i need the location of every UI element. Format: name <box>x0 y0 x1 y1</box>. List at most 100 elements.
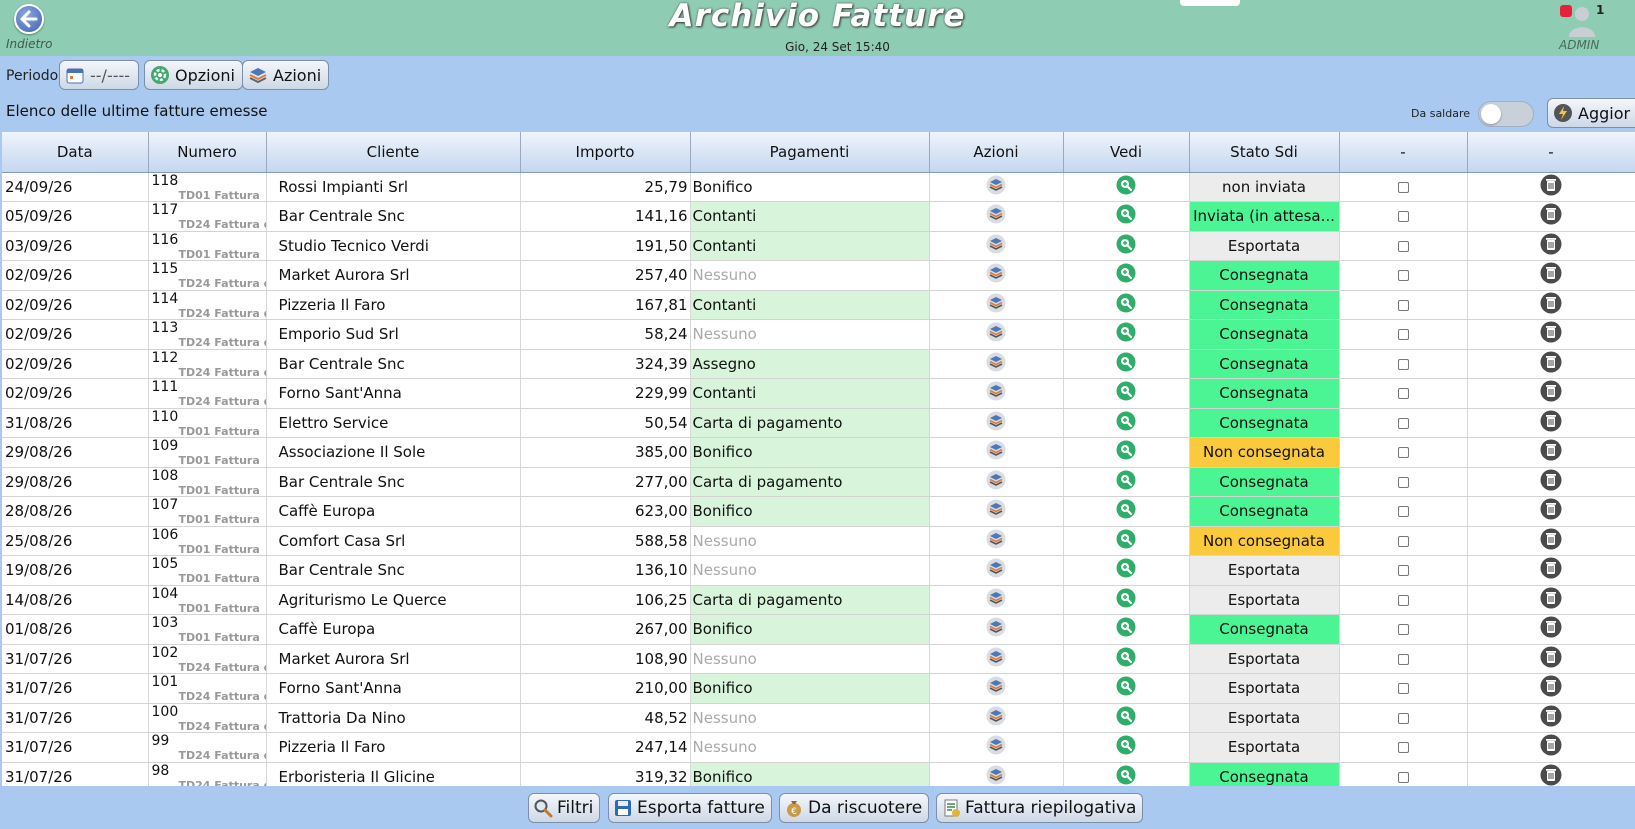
zoom-in-icon[interactable] <box>1116 588 1136 612</box>
column-header[interactable]: Data <box>2 132 149 173</box>
row-checkbox[interactable] <box>1397 624 1409 636</box>
layers-icon[interactable] <box>986 322 1006 346</box>
table-row[interactable]: 31/07/26101TD24 Fattura differForno Sant… <box>2 673 1635 704</box>
table-row[interactable]: 02/09/26113TD24 Fattura differEmporio Su… <box>2 319 1635 350</box>
table-row[interactable]: 28/08/26 107 TD01 Fattura Caffè Europa 623,0… <box>2 496 1635 527</box>
da-saldare-toggle[interactable] <box>1478 101 1534 127</box>
layers-icon[interactable] <box>986 411 1006 435</box>
table-row[interactable]: 31/07/26102TD24 Fattura differMarket Aur… <box>2 644 1635 674</box>
row-checkbox[interactable] <box>1397 712 1409 724</box>
zoom-in-icon[interactable] <box>1116 735 1136 759</box>
top-pull-tab[interactable] <box>1180 0 1240 6</box>
user-icon[interactable] <box>1567 4 1597 38</box>
zoom-in-icon[interactable] <box>1116 204 1136 228</box>
column-header[interactable]: Pagamenti <box>690 132 930 173</box>
zoom-in-icon[interactable] <box>1116 499 1136 523</box>
row-checkbox[interactable] <box>1397 358 1409 370</box>
fattura-riepilogativa-button[interactable]: Fattura riepilogativa <box>936 793 1144 823</box>
table-row[interactable]: 19/08/26 105 TD01 Fattura Bar Centrale Snc 1… <box>2 555 1635 586</box>
invoice-table[interactable]: Data Numero Cliente Importo Pagamenti Az… <box>2 132 1635 786</box>
column-header[interactable]: - <box>1339 132 1468 173</box>
layers-icon[interactable] <box>986 440 1006 464</box>
layers-icon[interactable] <box>986 558 1006 582</box>
trash-icon[interactable] <box>1540 734 1562 760</box>
layers-icon[interactable] <box>986 647 1006 671</box>
table-row[interactable]: 02/09/26114TD24 Fattura differPizzeria I… <box>2 290 1635 320</box>
trash-icon[interactable] <box>1540 587 1562 613</box>
row-checkbox[interactable] <box>1397 594 1409 606</box>
trash-icon[interactable] <box>1540 557 1562 583</box>
row-checkbox[interactable] <box>1397 417 1409 429</box>
row-checkbox[interactable] <box>1397 771 1409 783</box>
zoom-in-icon[interactable] <box>1116 617 1136 641</box>
column-header[interactable]: Azioni <box>929 132 1064 173</box>
table-row[interactable]: 29/08/26 109 TD01 Fattura Associazione Il S… <box>2 437 1635 468</box>
trash-icon[interactable] <box>1540 292 1562 318</box>
layers-icon[interactable] <box>986 234 1006 258</box>
row-checkbox[interactable] <box>1397 535 1409 547</box>
zoom-in-icon[interactable] <box>1116 765 1136 786</box>
zoom-in-icon[interactable] <box>1116 558 1136 582</box>
zoom-in-icon[interactable] <box>1116 381 1136 405</box>
column-header[interactable]: Vedi <box>1063 132 1190 173</box>
row-checkbox[interactable] <box>1397 329 1409 341</box>
zoom-in-icon[interactable] <box>1116 676 1136 700</box>
layers-icon[interactable] <box>986 765 1006 786</box>
layers-icon[interactable] <box>986 263 1006 287</box>
table-row[interactable]: 31/08/26 110 TD01 Fattura Elettro Service 50… <box>2 408 1635 438</box>
layers-icon[interactable] <box>986 676 1006 700</box>
column-header[interactable]: Numero <box>148 132 267 173</box>
zoom-in-icon[interactable] <box>1116 529 1136 553</box>
column-header[interactable]: Cliente <box>266 132 521 173</box>
row-checkbox[interactable] <box>1397 299 1409 311</box>
trash-icon[interactable] <box>1540 439 1562 465</box>
column-header[interactable]: - <box>1467 132 1635 173</box>
trash-icon[interactable] <box>1540 233 1562 259</box>
layers-icon[interactable] <box>986 499 1006 523</box>
row-checkbox[interactable] <box>1397 742 1409 754</box>
zoom-in-icon[interactable] <box>1116 706 1136 730</box>
zoom-in-icon[interactable] <box>1116 470 1136 494</box>
table-row[interactable]: 31/07/26100TD24 Fattura differTrattoria … <box>2 703 1635 733</box>
table-row[interactable]: 31/07/2698 TD24 Fattura differErboristeri… <box>2 762 1635 786</box>
layers-icon[interactable] <box>986 293 1006 317</box>
trash-icon[interactable] <box>1540 174 1562 200</box>
table-row[interactable]: 02/09/26115TD24 Fattura differMarket Aur… <box>2 260 1635 291</box>
table-row[interactable]: 02/09/26111TD24 Fattura differForno Sant… <box>2 378 1635 409</box>
layers-icon[interactable] <box>986 204 1006 228</box>
row-checkbox[interactable] <box>1397 683 1409 695</box>
trash-icon[interactable] <box>1540 528 1562 554</box>
column-header[interactable]: Importo <box>520 132 691 173</box>
zoom-in-icon[interactable] <box>1116 411 1136 435</box>
row-checkbox[interactable] <box>1397 565 1409 577</box>
trash-icon[interactable] <box>1540 469 1562 495</box>
opzioni-button[interactable]: Opzioni <box>144 60 243 90</box>
table-row[interactable]: 24/09/26 118 TD01 Fattura Rossi Impianti Sr… <box>2 172 1635 202</box>
da-riscuotere-button[interactable]: € Da riscuotere <box>779 793 930 823</box>
trash-icon[interactable] <box>1540 764 1562 786</box>
table-row[interactable]: 03/09/26 116 TD01 Fattura Studio Tecnico Ve… <box>2 231 1635 261</box>
table-row[interactable]: 01/08/26 103 TD01 Fattura Caffè Europa 267,0… <box>2 614 1635 645</box>
layers-icon[interactable] <box>986 470 1006 494</box>
zoom-in-icon[interactable] <box>1116 352 1136 376</box>
zoom-in-icon[interactable] <box>1116 175 1136 199</box>
trash-icon[interactable] <box>1540 203 1562 229</box>
row-checkbox[interactable] <box>1397 270 1409 282</box>
table-row[interactable]: 05/09/26117TD24 Fattura differBar Centra… <box>2 201 1635 232</box>
table-row[interactable]: 25/08/26 106 TD01 Fattura Comfort Casa Srl 5… <box>2 526 1635 556</box>
layers-icon[interactable] <box>986 175 1006 199</box>
trash-icon[interactable] <box>1540 380 1562 406</box>
zoom-in-icon[interactable] <box>1116 440 1136 464</box>
trash-icon[interactable] <box>1540 675 1562 701</box>
refresh-button[interactable]: Aggior <box>1547 98 1635 128</box>
layers-icon[interactable] <box>986 352 1006 376</box>
trash-icon[interactable] <box>1540 646 1562 672</box>
row-checkbox[interactable] <box>1397 506 1409 518</box>
filtri-button[interactable]: Filtri <box>528 793 601 823</box>
row-checkbox[interactable] <box>1397 240 1409 252</box>
column-header[interactable]: Stato Sdi <box>1189 132 1340 173</box>
layers-icon[interactable] <box>986 706 1006 730</box>
zoom-in-icon[interactable] <box>1116 322 1136 346</box>
zoom-in-icon[interactable] <box>1116 263 1136 287</box>
row-checkbox[interactable] <box>1397 476 1409 488</box>
